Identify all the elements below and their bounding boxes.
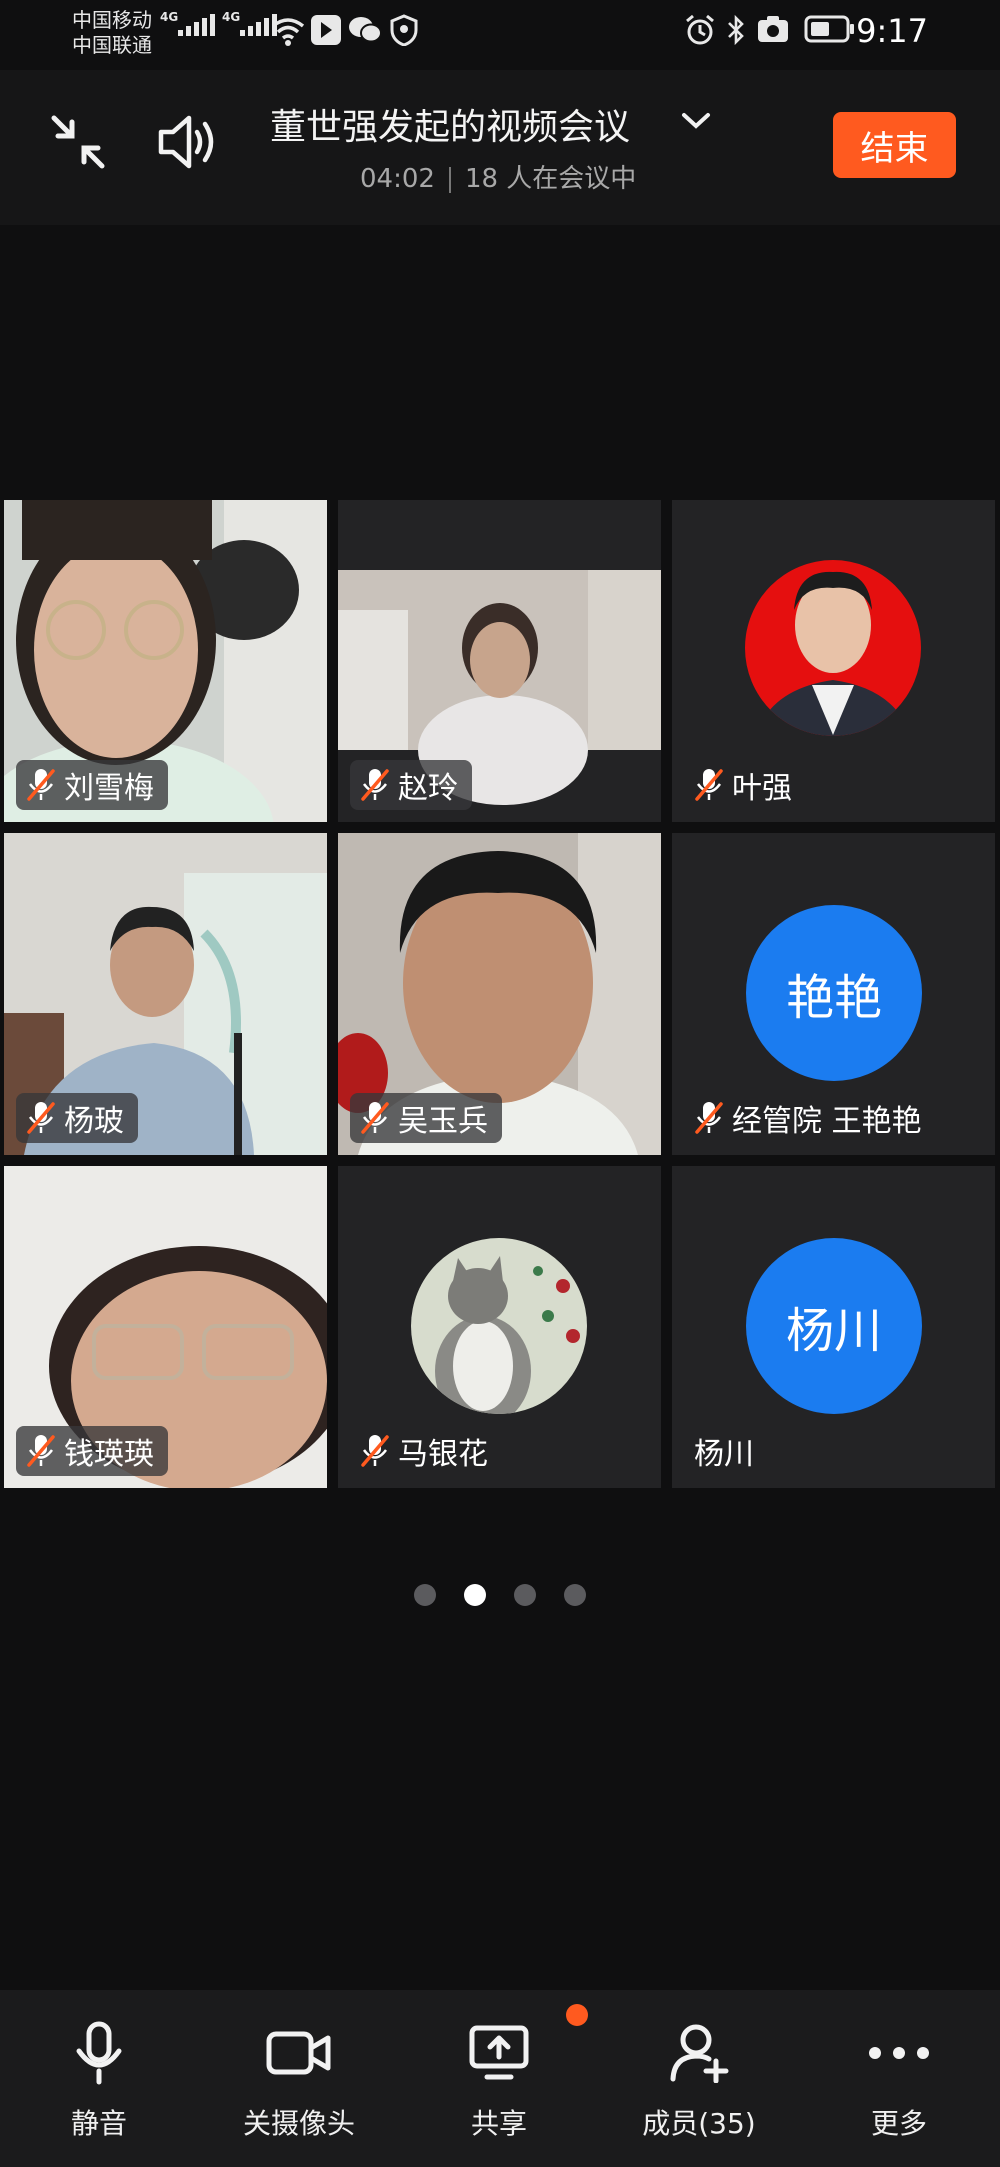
participant-name: 马银花 bbox=[398, 1437, 488, 1472]
camera-toggle-button[interactable]: 关摄像头 bbox=[204, 2018, 394, 2148]
mic-muted-icon bbox=[361, 1102, 389, 1134]
alarm-icon bbox=[686, 14, 714, 45]
participant-tile[interactable]: 吴玉兵 bbox=[338, 833, 661, 1155]
battery-icon bbox=[804, 15, 854, 43]
clock: 9:17 bbox=[856, 12, 928, 50]
mute-label: 静音 bbox=[70, 2107, 127, 2140]
app-notification-icon bbox=[311, 15, 341, 45]
wifi-icon bbox=[271, 18, 305, 46]
carrier-1: 中国移动 bbox=[72, 8, 152, 32]
meeting-duration: 04:02 bbox=[360, 164, 435, 194]
signal-icon: 4G bbox=[160, 10, 215, 36]
participant-name: 经管院 王艳艳 bbox=[732, 1104, 922, 1139]
participant-tile[interactable]: 钱瑛瑛 bbox=[4, 1166, 327, 1488]
meeting-title[interactable]: 董世强发起的视频会议 bbox=[270, 98, 630, 150]
participant-label: 钱瑛瑛 bbox=[16, 1426, 168, 1476]
meeting-header: 董世强发起的视频会议 04:02 18 人在会议中 结束 bbox=[0, 70, 1000, 225]
share-notification-dot bbox=[566, 2004, 588, 2026]
participant-count: 18 人在会议中 bbox=[464, 164, 637, 194]
meeting-info: 04:02 18 人在会议中 bbox=[360, 158, 636, 195]
members-button[interactable]: 成员(35) bbox=[604, 2018, 794, 2148]
avatar: 杨川 bbox=[746, 1238, 922, 1414]
mic-muted-icon bbox=[27, 1102, 55, 1134]
participant-tile[interactable]: 叶强 bbox=[672, 500, 995, 822]
camera-status-icon bbox=[758, 16, 788, 42]
minimize-button[interactable] bbox=[38, 102, 118, 182]
members-label: 成员(35) bbox=[642, 2107, 756, 2140]
mic-muted-icon bbox=[695, 769, 723, 801]
participant-label: 杨玻 bbox=[16, 1093, 138, 1143]
more-label: 更多 bbox=[870, 2107, 927, 2140]
page-dot[interactable] bbox=[564, 1584, 586, 1606]
bluetooth-icon bbox=[728, 14, 744, 46]
participant-name: 杨川 bbox=[694, 1437, 754, 1472]
microphone-icon bbox=[76, 2021, 122, 2085]
status-bar: 中国移动 中国联通 4G 4G 9:17 bbox=[0, 0, 1000, 66]
mic-muted-icon bbox=[361, 769, 389, 801]
mute-button[interactable]: 静音 bbox=[4, 2018, 194, 2148]
participant-tile[interactable]: 赵玲 bbox=[338, 500, 661, 822]
page-indicator bbox=[0, 1584, 1000, 1606]
camera-label: 关摄像头 bbox=[242, 2107, 355, 2140]
more-icon bbox=[869, 2047, 929, 2059]
participant-name: 叶强 bbox=[732, 771, 792, 806]
chevron-down-icon[interactable] bbox=[680, 110, 712, 132]
wechat-icon bbox=[349, 17, 382, 43]
carrier-names: 中国移动 中国联通 bbox=[72, 8, 152, 58]
avatar: 艳艳 bbox=[746, 905, 922, 1081]
share-button[interactable]: 共享 bbox=[404, 2018, 594, 2148]
speaker-button[interactable] bbox=[148, 102, 228, 182]
page-dot[interactable] bbox=[514, 1584, 536, 1606]
page-dot[interactable] bbox=[414, 1584, 436, 1606]
more-button[interactable]: 更多 bbox=[804, 2018, 994, 2148]
participant-label: 赵玲 bbox=[350, 760, 472, 810]
end-meeting-button[interactable]: 结束 bbox=[833, 112, 956, 178]
participant-label: 杨川 bbox=[684, 1426, 768, 1476]
participant-label: 马银花 bbox=[350, 1426, 502, 1476]
mic-muted-icon bbox=[27, 1435, 55, 1467]
participant-tile[interactable]: 刘雪梅 bbox=[4, 500, 327, 822]
collapse-icon bbox=[51, 115, 105, 169]
participant-name: 杨玻 bbox=[64, 1104, 124, 1139]
participant-label: 吴玉兵 bbox=[350, 1093, 502, 1143]
participant-label: 刘雪梅 bbox=[16, 760, 168, 810]
share-label: 共享 bbox=[470, 2107, 527, 2140]
add-member-icon bbox=[670, 2024, 729, 2083]
mic-muted-icon bbox=[361, 1435, 389, 1467]
participant-label: 叶强 bbox=[684, 760, 806, 810]
participant-tile[interactable]: 艳艳 经管院 王艳艳 bbox=[672, 833, 995, 1155]
participant-tile[interactable]: 杨玻 bbox=[4, 833, 327, 1155]
camera-icon bbox=[266, 2031, 331, 2075]
speaker-icon bbox=[158, 115, 214, 169]
participant-tile[interactable]: 杨川 杨川 bbox=[672, 1166, 995, 1488]
page-dot-active[interactable] bbox=[464, 1584, 486, 1606]
participant-name: 刘雪梅 bbox=[64, 771, 154, 806]
meeting-toolbar: 静音 关摄像头 共享 成员(35) 更多 bbox=[0, 1990, 1000, 2167]
carrier-2: 中国联通 bbox=[72, 33, 152, 57]
share-screen-icon bbox=[469, 2025, 529, 2080]
mic-muted-icon bbox=[695, 1102, 723, 1134]
participant-name: 钱瑛瑛 bbox=[64, 1437, 154, 1472]
participant-label: 经管院 王艳艳 bbox=[684, 1093, 936, 1143]
participant-tile[interactable]: 马银花 bbox=[338, 1166, 661, 1488]
shield-icon bbox=[390, 14, 418, 46]
participant-name: 吴玉兵 bbox=[398, 1104, 488, 1139]
mic-muted-icon bbox=[27, 769, 55, 801]
participant-name: 赵玲 bbox=[398, 771, 458, 806]
